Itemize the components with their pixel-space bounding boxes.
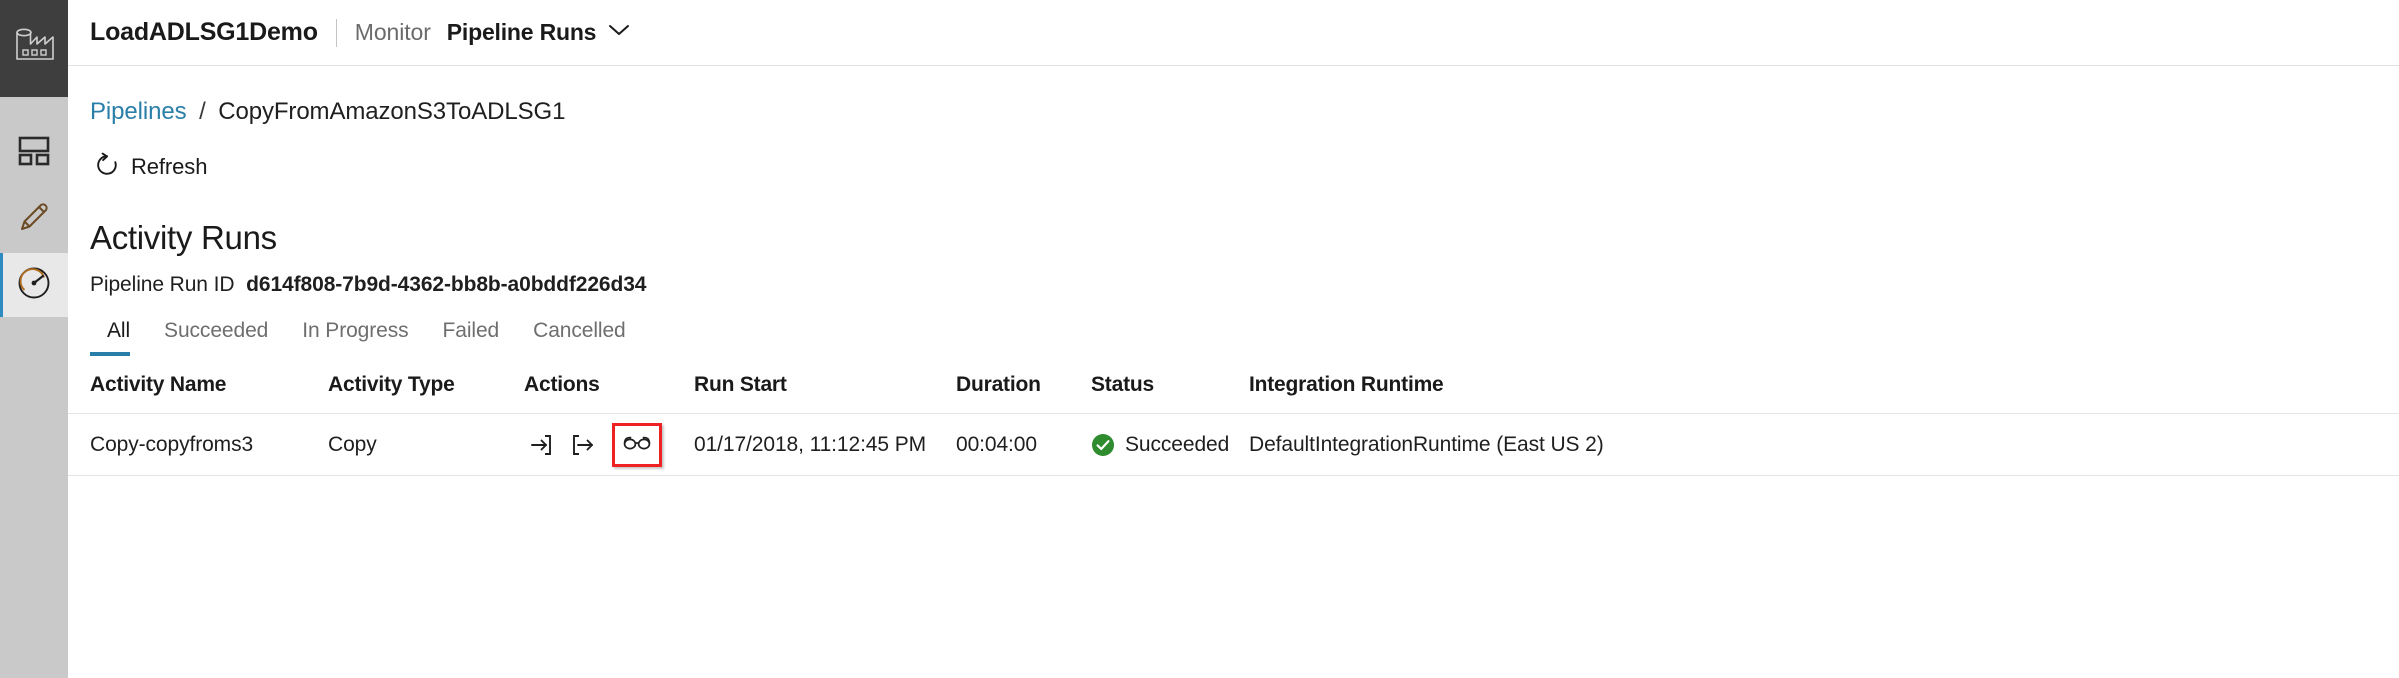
pencil-icon [15,198,53,241]
tab-all[interactable]: All [90,319,147,356]
pipeline-run-id: Pipeline Run ID d614f808-7b9d-4362-bb8b-… [68,257,2399,297]
factory-logo [0,0,68,97]
cell-run-start: 01/17/2018, 11:12:45 PM [694,432,926,456]
breadcrumb-separator: / [199,98,206,125]
output-icon[interactable] [566,428,600,462]
toolbar: Refresh [68,126,2399,185]
breadcrumb: Pipelines / CopyFromAmazonS3ToADLSG1 [68,66,2399,126]
input-icon[interactable] [524,428,558,462]
dashboard-icon [16,133,52,174]
refresh-button[interactable]: Refresh [92,148,209,185]
gauge-icon [14,263,54,308]
status-filter-tabs: All Succeeded In Progress Failed Cancell… [90,319,2399,356]
cell-actions [524,422,694,467]
breadcrumb-link-pipelines[interactable]: Pipelines [90,98,187,125]
main-content: LoadADLSG1Demo Monitor Pipeline Runs Pip… [68,0,2399,678]
column-header-run-start: Run Start [694,372,787,396]
refresh-icon [94,152,120,181]
details-highlight-box [612,422,662,467]
app-root: LoadADLSG1Demo Monitor Pipeline Runs Pip… [0,0,2399,678]
cell-activity-type: Copy [328,432,377,456]
column-header-duration: Duration [956,372,1041,396]
breadcrumb-current: CopyFromAmazonS3ToADLSG1 [218,98,566,125]
table-row[interactable]: Copy-copyfroms3 Copy 01/17/2018, 11:12:4… [68,414,2399,476]
status-badge-label: Succeeded [1125,432,1230,456]
section-title: Activity Runs [90,219,277,256]
column-header-activity-name: Activity Name [90,372,227,396]
cell-duration: 00:04:00 [956,432,1037,456]
top-bar: LoadADLSG1Demo Monitor Pipeline Runs [68,0,2399,66]
column-header-activity-type: Activity Type [328,372,455,396]
factory-icon [11,23,57,74]
table-header-row: Activity Name Activity Type Actions Run … [68,356,2399,414]
column-header-integration-runtime: Integration Runtime [1249,372,1444,396]
page-title: Pipeline Runs [446,19,597,45]
tab-in-progress[interactable]: In Progress [285,319,425,356]
chevron-down-icon[interactable] [608,23,630,42]
sidebar-item-author[interactable] [0,187,68,251]
pipeline-run-id-value: d614f808-7b9d-4362-bb8b-a0bddf226d34 [246,273,647,296]
activity-runs-table: Activity Name Activity Type Actions Run … [68,356,2399,476]
tab-cancelled[interactable]: Cancelled [516,319,643,356]
pipeline-run-id-label: Pipeline Run ID [90,273,235,296]
cell-status: Succeeded [1091,433,1249,457]
app-title: LoadADLSG1Demo [90,18,318,46]
section-header: Activity Runs [68,185,2399,257]
column-header-actions: Actions [524,372,600,396]
topbar-section-label: Monitor [354,19,431,45]
success-check-icon [1091,433,1115,457]
cell-integration-runtime: DefaultIntegrationRuntime (East US 2) [1249,432,1604,456]
column-header-status: Status [1091,372,1154,396]
cell-activity-name: Copy-copyfroms3 [90,432,254,456]
tab-succeeded[interactable]: Succeeded [147,319,285,356]
left-navigation-rail [0,0,68,678]
sidebar-item-home[interactable] [0,121,68,185]
sidebar-item-monitor[interactable] [0,253,68,317]
topbar-divider [335,18,337,47]
refresh-label: Refresh [131,153,208,179]
details-glasses-icon[interactable] [622,432,652,458]
tab-failed[interactable]: Failed [426,319,517,356]
